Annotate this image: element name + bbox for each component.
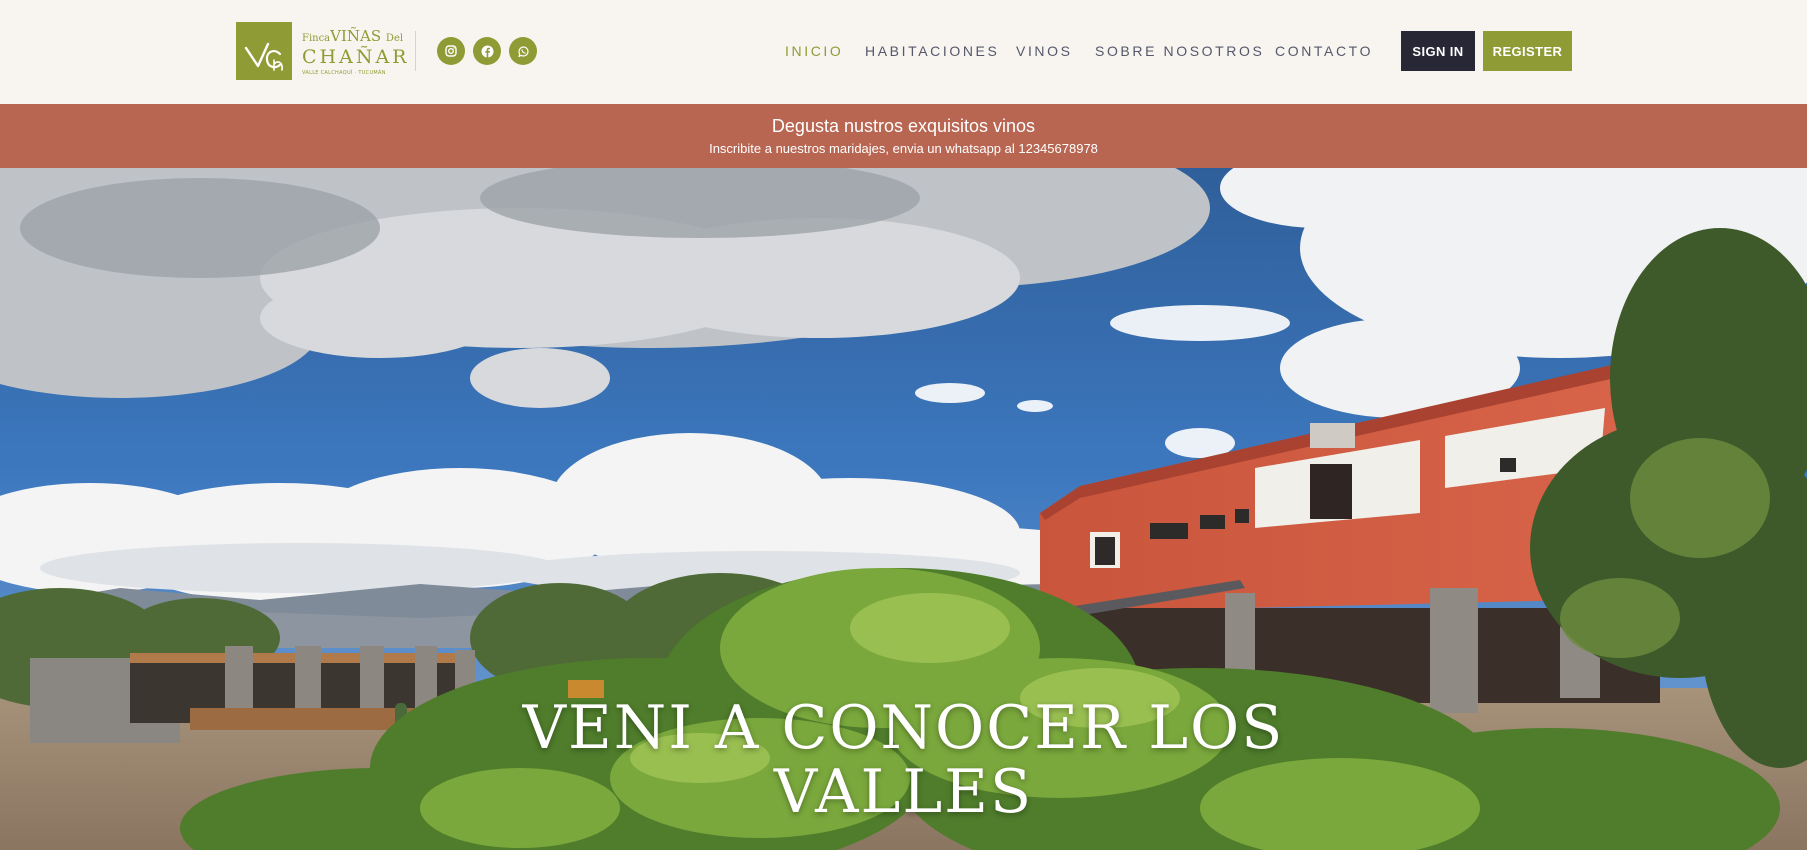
hero-heading-line-2: VALLES bbox=[773, 757, 1034, 827]
nav-sobre-nosotros[interactable]: SOBRE NOSOTROS bbox=[1095, 43, 1264, 59]
nav-inicio[interactable]: INICIO bbox=[785, 43, 843, 59]
promo-banner: Degusta nustros exquisitos vinos Inscrib… bbox=[0, 104, 1807, 168]
site-header: FincaVIÑAS Del CHAÑAR VALLE CALCHAQUÍ · … bbox=[0, 0, 1807, 104]
logo-chanar: CHAÑAR bbox=[302, 46, 410, 68]
instagram-icon bbox=[445, 45, 457, 57]
logo-line-1: FincaVIÑAS Del bbox=[302, 29, 403, 46]
nav-vinos[interactable]: VINOS bbox=[1016, 43, 1073, 59]
logo-finca: Finca bbox=[302, 33, 331, 44]
nav-habitaciones[interactable]: HABITACIONES bbox=[865, 43, 999, 59]
banner-subtitle: Inscribite a nuestros maridajes, envia u… bbox=[709, 141, 1098, 156]
logo-vinas: VIÑAS bbox=[330, 27, 382, 45]
logo-tagline: VALLE CALCHAQUÍ · TUCUMÁN bbox=[302, 70, 386, 76]
sign-in-button[interactable]: SIGN IN bbox=[1401, 31, 1475, 71]
logo-monogram[interactable] bbox=[236, 22, 292, 80]
instagram-link[interactable] bbox=[437, 37, 465, 65]
register-button[interactable]: REGISTER bbox=[1483, 31, 1572, 71]
facebook-link[interactable] bbox=[473, 37, 501, 65]
hero-heading-line-1: VENI A CONOCER LOS bbox=[522, 693, 1285, 763]
monogram-icon bbox=[244, 42, 283, 71]
logo-wordmark[interactable]: FincaVIÑAS Del CHAÑAR VALLE CALCHAQUÍ · … bbox=[300, 26, 406, 78]
nav-contacto[interactable]: CONTACTO bbox=[1275, 43, 1373, 59]
hero-heading: VENI A CONOCER LOS VALLES bbox=[0, 696, 1807, 824]
hero-section: VENI A CONOCER LOS VALLES bbox=[0, 168, 1807, 850]
banner-title: Degusta nustros exquisitos vinos bbox=[771, 116, 1036, 136]
whatsapp-link[interactable] bbox=[509, 37, 537, 65]
whatsapp-icon bbox=[517, 45, 529, 57]
header-divider bbox=[415, 31, 416, 71]
logo-del: Del bbox=[385, 33, 404, 44]
facebook-icon bbox=[481, 45, 493, 57]
